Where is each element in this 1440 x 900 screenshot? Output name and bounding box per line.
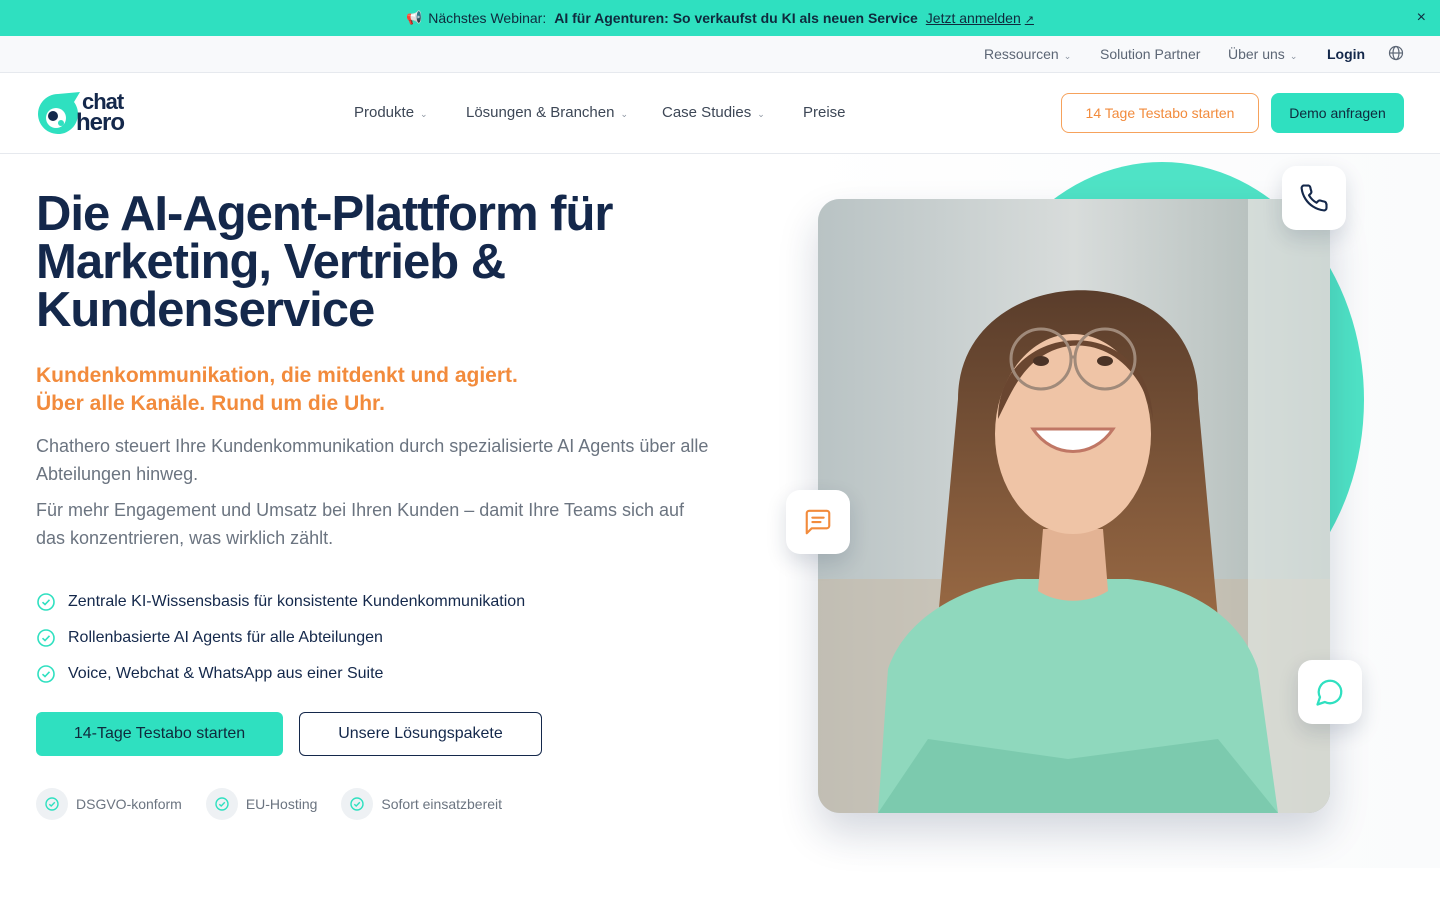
trust-badge-label: Sofort einsatzbereit — [381, 796, 503, 812]
nav-pricing[interactable]: Preise — [803, 104, 846, 121]
trial-button-hero[interactable]: 14-Tage Testabo starten — [36, 712, 283, 756]
check-circle-icon — [37, 629, 55, 647]
close-announcement-button[interactable]: × — [1417, 9, 1426, 27]
trust-badge-label: EU-Hosting — [245, 796, 318, 812]
message-circle-icon — [1316, 679, 1343, 706]
list-item: Rollenbasierte AI Agents für alle Abteil… — [36, 620, 525, 656]
phone-icon — [1300, 184, 1328, 212]
feature-text: Voice, Webchat & WhatsApp aus einer Suit… — [68, 665, 384, 682]
list-item: Voice, Webchat & WhatsApp aus einer Suit… — [36, 656, 525, 692]
demo-request-button[interactable]: Demo anfragen — [1271, 93, 1404, 133]
feature-text: Rollenbasierte AI Agents für alle Abteil… — [68, 629, 383, 646]
nav-solutions-label[interactable]: Lösungen & Branchen — [466, 104, 614, 121]
nav-solutions[interactable]: Lösungen & Branchen ⌄ — [466, 104, 628, 121]
nav-case-studies-label[interactable]: Case Studies — [662, 104, 751, 121]
trial-button-header[interactable]: 14 Tage Testabo starten — [1061, 93, 1259, 133]
hero-paragraph-1: Chathero steuert Ihre Kundenkommunikatio… — [36, 436, 709, 484]
hero-portrait-image — [818, 199, 1330, 813]
check-circle-icon — [37, 593, 55, 611]
webinar-register-link[interactable]: Jetzt anmelden ↗ — [926, 10, 1034, 26]
nav-about[interactable]: Über uns ⌄ — [1228, 46, 1297, 62]
trust-badge: EU-Hosting — [205, 788, 318, 820]
announcement-title: AI für Agenturen: So verkaufst du KI als… — [554, 10, 918, 26]
check-circle-icon — [37, 665, 55, 683]
chevron-down-icon: ⌄ — [420, 109, 428, 119]
nav-resources[interactable]: Ressourcen ⌄ — [984, 46, 1071, 62]
feature-checklist: Zentrale KI-Wissensbasis für konsistente… — [36, 584, 525, 692]
hero-headline: Die AI-Agent-Plattform für Marketing, Ve… — [36, 187, 614, 337]
nav-products-label[interactable]: Produkte — [354, 104, 414, 121]
nav-products[interactable]: Produkte ⌄ — [354, 104, 428, 121]
hero-subline: Kundenkommunikation, die mitdenkt und ag… — [36, 362, 656, 418]
announcement-bar: 📢 Nächstes Webinar: AI für Agenturen: So… — [0, 0, 1440, 36]
nav-resources-label[interactable]: Ressourcen — [984, 46, 1059, 62]
logo-text-hero: hero — [76, 109, 125, 136]
login-link[interactable]: Login — [1327, 46, 1365, 62]
trust-badge: DSGVO-konform — [36, 788, 182, 820]
whatsapp-channel-card[interactable] — [1298, 660, 1362, 724]
announcement-prefix: Nächstes Webinar: — [428, 10, 547, 26]
nav-about-label[interactable]: Über uns — [1228, 46, 1285, 62]
chathero-logo[interactable]: chat hero — [36, 90, 140, 136]
check-circle-icon — [36, 788, 68, 820]
globe-icon[interactable] — [1388, 45, 1404, 61]
check-circle-icon — [205, 788, 238, 820]
chevron-down-icon: ⌄ — [620, 109, 628, 119]
hero-subline-1: Kundenkommunikation, die mitdenkt und ag… — [36, 364, 518, 387]
trust-badges: DSGVO-konform EU-Hosting Sofort einsatzb… — [36, 788, 526, 820]
hero-subline-2: Über alle Kanäle. Rund um die Uhr. — [36, 392, 385, 415]
feature-text: Zentrale KI-Wissensbasis für konsistente… — [68, 593, 526, 610]
solution-packages-button[interactable]: Unsere Lösungspakete — [299, 712, 542, 756]
nav-case-studies[interactable]: Case Studies ⌄ — [662, 104, 765, 121]
woman-portrait-illustration — [818, 199, 1330, 813]
utility-nav: Ressourcen ⌄ Solution Partner Über uns ⌄ L… — [0, 36, 1440, 73]
trust-badge: Sofort einsatzbereit — [341, 788, 502, 820]
trust-badge-label: DSGVO-konform — [76, 796, 182, 812]
nav-solution-partner[interactable]: Solution Partner — [1100, 46, 1200, 62]
external-link-icon: ↗ — [1024, 14, 1034, 26]
webinar-register-label[interactable]: Jetzt anmelden — [926, 10, 1021, 26]
chevron-down-icon: ⌄ — [1289, 51, 1298, 61]
chevron-down-icon: ⌄ — [757, 109, 765, 119]
phone-channel-card[interactable] — [1282, 166, 1346, 230]
chevron-down-icon: ⌄ — [1063, 51, 1072, 61]
check-circle-icon — [341, 788, 374, 820]
list-item: Zentrale KI-Wissensbasis für konsistente… — [36, 584, 525, 620]
webchat-channel-card[interactable] — [786, 490, 850, 554]
megaphone-icon: 📢 — [406, 10, 423, 25]
hero-paragraph-2: Für mehr Engagement und Umsatz bei Ihren… — [36, 500, 685, 548]
main-nav: chat hero Produkte ⌄ Lösungen & Branchen ⌄… — [0, 73, 1440, 154]
chat-square-icon — [805, 509, 831, 535]
